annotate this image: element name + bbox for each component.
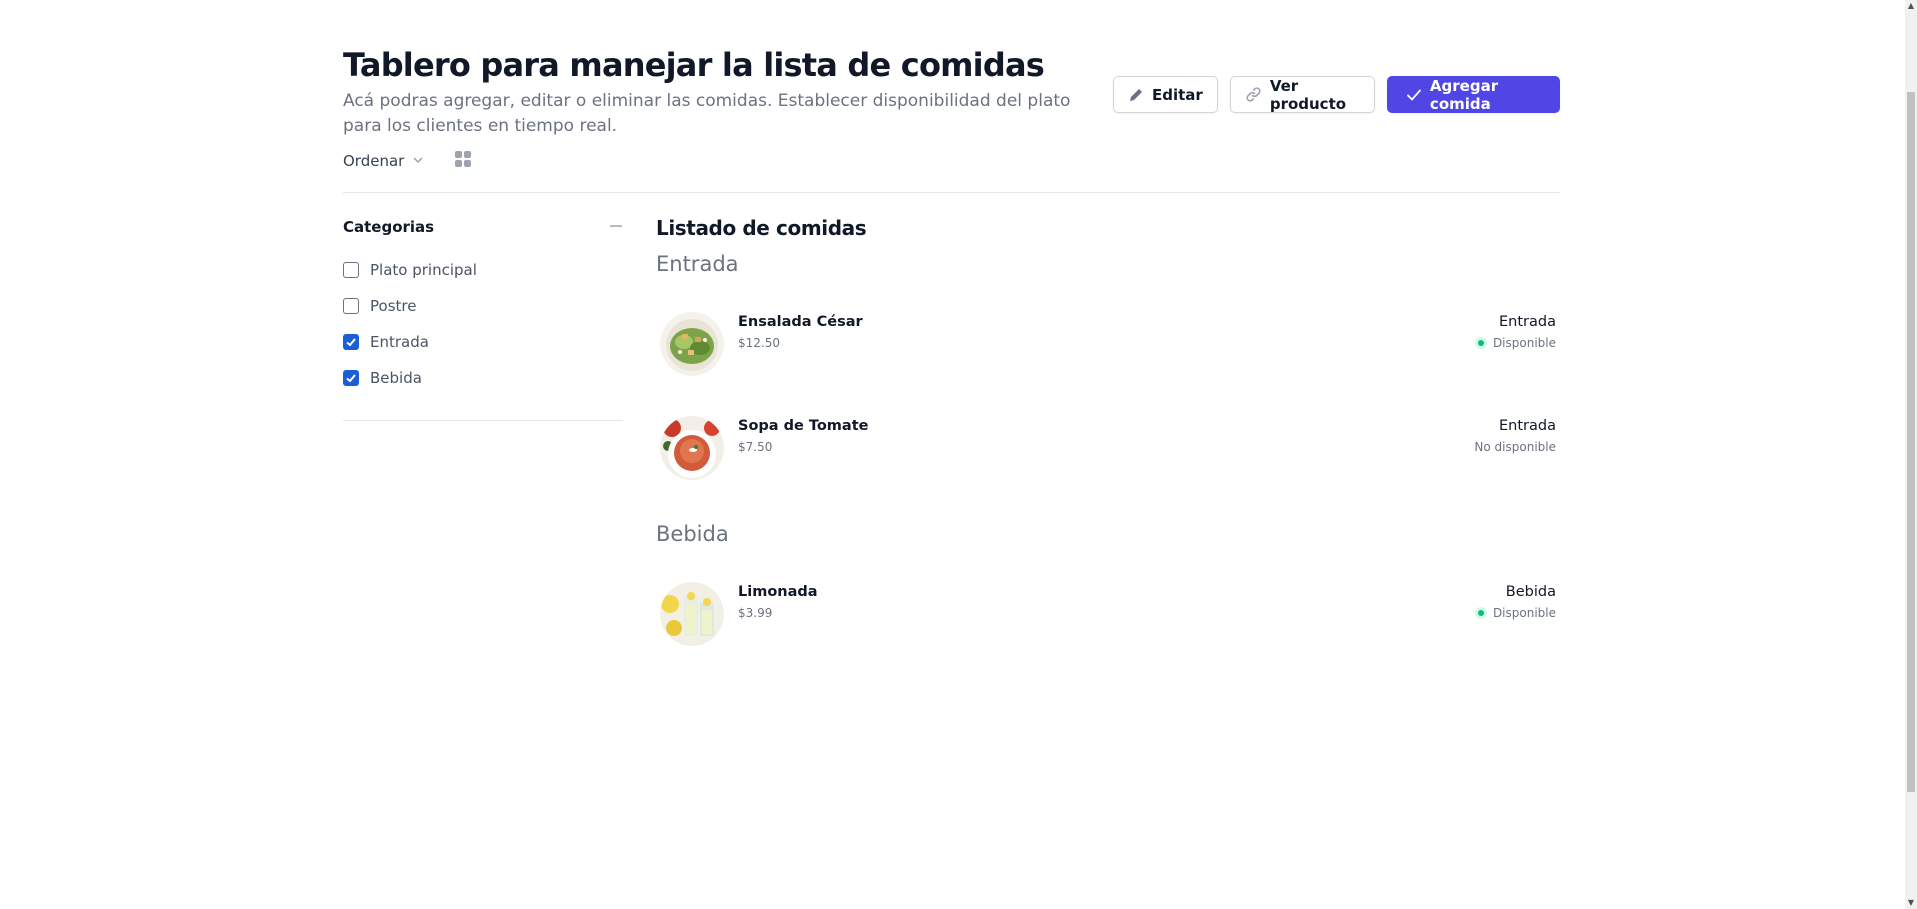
food-category: Entrada [1499, 314, 1556, 330]
food-item[interactable]: Sopa de Tomate $7.50 Entrada No disponib… [656, 416, 1560, 520]
edit-button[interactable]: Editar [1113, 76, 1218, 113]
grid-icon [454, 151, 472, 172]
food-item-text: Ensalada César $12.50 [738, 312, 863, 376]
category-checkbox[interactable] [343, 370, 359, 386]
toolbar: Ordenar [343, 147, 1560, 175]
food-price: $7.50 [738, 440, 773, 454]
filters-sidebar: Categorias Plato principal Postre Entrad… [343, 208, 623, 421]
add-food-button-label: Agregar comida [1429, 76, 1499, 113]
food-category: Bebida [1505, 584, 1556, 600]
category-item-postre[interactable]: Postre [343, 288, 623, 324]
food-price: $3.99 [738, 606, 773, 620]
food-item[interactable]: Limonada $3.99 Bebida Disponible [656, 582, 1560, 686]
toolbar-divider [343, 192, 1560, 193]
category-item-entrada[interactable]: Entrada [343, 324, 623, 360]
category-label: Plato principal [370, 261, 477, 279]
category-item-plato-principal[interactable]: Plato principal [343, 252, 623, 288]
status-dot-icon [1474, 337, 1487, 349]
checkmark-icon [346, 374, 356, 383]
status-label: No disponible [1474, 440, 1556, 454]
chevron-down-icon [412, 152, 424, 170]
status-badge: No disponible [1474, 440, 1556, 454]
categories-header[interactable]: Categorias [343, 212, 623, 242]
view-product-button-label: Ver producto [1269, 76, 1347, 113]
category-label: Entrada [370, 333, 429, 351]
category-label: Bebida [370, 369, 422, 387]
sort-label: Ordenar [343, 152, 405, 170]
categories-title: Categorias [343, 218, 435, 236]
link-icon [1245, 86, 1262, 103]
food-list: Listado de comidas Entrada Ensalada Césa… [656, 208, 1560, 686]
category-label: Postre [370, 297, 417, 315]
status-badge: Disponible [1474, 606, 1556, 620]
food-price: $12.50 [738, 336, 780, 350]
food-name: Ensalada César [738, 314, 863, 330]
caesar-salad-image [660, 312, 724, 376]
grid-view-button[interactable] [454, 150, 472, 172]
scroll-up-icon[interactable]: ▲ [1907, 2, 1915, 10]
page-header: Tablero para manejar la lista de comidas… [343, 38, 1560, 139]
food-item-meta: Entrada No disponible [1474, 416, 1560, 454]
status-label: Disponible [1492, 336, 1556, 350]
add-food-button[interactable]: Agregar comida [1386, 76, 1560, 113]
edit-button-label: Editar [1152, 85, 1203, 104]
status-badge: Disponible [1474, 336, 1556, 350]
category-checkbox[interactable] [343, 334, 359, 350]
view-product-button[interactable]: Ver producto [1229, 76, 1375, 113]
header-actions: Editar Ver producto Agregar comida [1113, 76, 1560, 113]
sort-menu[interactable]: Ordenar [343, 152, 424, 170]
sidebar-divider [343, 420, 623, 421]
page-title: Tablero para manejar la lista de comidas [343, 46, 1045, 84]
section-title-entrada: Entrada [656, 252, 739, 276]
scroll-down-icon[interactable]: ▼ [1907, 899, 1915, 907]
checkmark-icon [346, 338, 356, 347]
food-item[interactable]: Ensalada César $12.50 Entrada Disponible [656, 312, 1560, 416]
status-dot-icon [1474, 607, 1487, 619]
food-item-info: Limonada $3.99 [656, 582, 818, 646]
check-icon [1406, 87, 1422, 103]
food-item-meta: Entrada Disponible [1474, 312, 1560, 350]
header-text: Tablero para manejar la lista de comidas… [343, 38, 1113, 139]
food-item-text: Sopa de Tomate $7.50 [738, 416, 868, 480]
food-list-title: Listado de comidas [656, 216, 867, 240]
lemonade-image [660, 582, 724, 646]
food-name: Limonada [738, 584, 818, 600]
food-item-text: Limonada $3.99 [738, 582, 818, 646]
page-scrollbar[interactable]: ▲ ▼ [1905, 0, 1917, 909]
tomato-soup-image [660, 416, 724, 480]
section-title-bebida: Bebida [656, 522, 729, 546]
category-checkbox[interactable] [343, 298, 359, 314]
category-list: Plato principal Postre Entrada Bebida [343, 252, 623, 396]
food-item-meta: Bebida Disponible [1474, 582, 1560, 620]
food-category: Entrada [1499, 418, 1556, 434]
category-checkbox[interactable] [343, 262, 359, 278]
food-item-info: Ensalada César $12.50 [656, 312, 863, 376]
pencil-icon [1128, 87, 1144, 103]
status-label: Disponible [1492, 606, 1556, 620]
category-item-bebida[interactable]: Bebida [343, 360, 623, 396]
food-item-info: Sopa de Tomate $7.50 [656, 416, 868, 480]
page: Tablero para manejar la lista de comidas… [343, 38, 1560, 646]
minus-icon[interactable] [609, 218, 623, 237]
page-subtitle: Acá podras agregar, editar o eliminar la… [343, 91, 1071, 136]
scrollbar-thumb[interactable] [1907, 92, 1915, 792]
food-name: Sopa de Tomate [738, 418, 869, 434]
